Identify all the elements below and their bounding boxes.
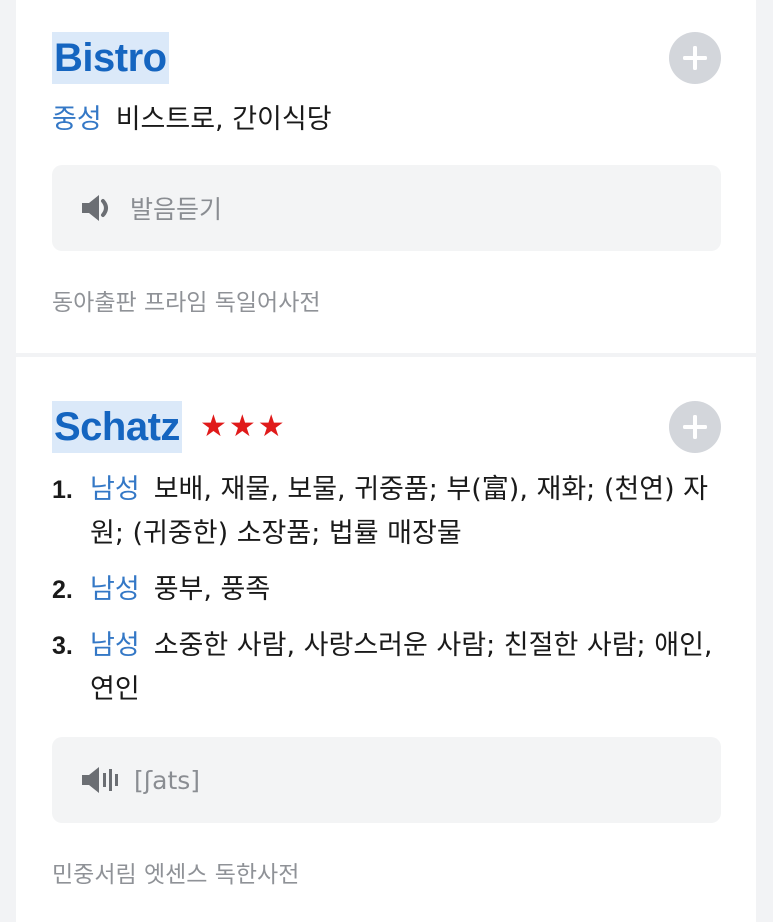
- part-of-speech: 중성: [52, 104, 102, 135]
- sense-number: 3.: [52, 632, 73, 660]
- sense-number: 1.: [52, 476, 73, 504]
- headword-link[interactable]: Schatz: [52, 401, 182, 453]
- speaker-wave-icon: [82, 767, 118, 793]
- dictionary-source[interactable]: 민중서림 엣센스 독한사전: [52, 855, 299, 889]
- sense-meaning: 비스트로, 간이식당: [115, 104, 332, 135]
- part-of-speech: 남성: [90, 574, 140, 605]
- headword-link[interactable]: Bistro: [52, 32, 169, 84]
- sense-item: 3. 남성 소중한 사람, 사랑스러운 사람; 친절한 사람; 애인, 연인: [52, 624, 720, 712]
- sense-line: 중성 비스트로, 간이식당: [52, 98, 720, 142]
- sense-item: 2. 남성 풍부, 풍족: [52, 568, 720, 612]
- sense-meaning: 풍부, 풍족: [153, 574, 271, 605]
- sense-list: 1. 남성 보배, 재물, 보물, 귀중품; 부(富), 재화; (천연) 자원;…: [52, 468, 720, 724]
- dictionary-source[interactable]: 동아출판 프라임 독일어사전: [52, 283, 321, 317]
- entry-card-bistro: Bistro 중성 비스트로, 간이식당 발음듣기 동아출판 프라임 독일어사전: [16, 0, 756, 353]
- sense-number: 2.: [52, 576, 73, 604]
- listen-pronunciation-button[interactable]: 발음듣기: [52, 165, 721, 251]
- part-of-speech: 남성: [90, 630, 140, 661]
- plus-icon: [683, 46, 707, 70]
- pronunciation-ipa: [ʃats]: [134, 765, 201, 795]
- plus-icon: [683, 415, 707, 439]
- audio-label: 발음듣기: [130, 195, 223, 224]
- sense-item: 1. 남성 보배, 재물, 보물, 귀중품; 부(富), 재화; (천연) 자원;…: [52, 468, 720, 556]
- entry-card-schatz: Schatz ★★★ 1. 남성 보배, 재물, 보물, 귀중품; 부(富), 재…: [16, 357, 756, 922]
- add-to-wordbook-button[interactable]: [669, 401, 721, 453]
- headword-row: Schatz ★★★: [52, 401, 721, 453]
- headword-row: Bistro: [52, 32, 721, 84]
- listen-pronunciation-button[interactable]: [ʃats]: [52, 737, 721, 823]
- speaker-icon: [82, 195, 108, 221]
- importance-stars: ★★★: [199, 409, 287, 444]
- part-of-speech: 남성: [90, 474, 140, 505]
- sense-meaning: 보배, 재물, 보물, 귀중품; 부(富), 재화; (천연) 자원; (귀중한…: [90, 474, 709, 549]
- dictionary-results: Bistro 중성 비스트로, 간이식당 발음듣기 동아출판 프라임 독일어사전 …: [0, 0, 773, 922]
- sense-meaning: 소중한 사람, 사랑스러운 사람; 친절한 사람; 애인, 연인: [90, 630, 713, 705]
- add-to-wordbook-button[interactable]: [669, 32, 721, 84]
